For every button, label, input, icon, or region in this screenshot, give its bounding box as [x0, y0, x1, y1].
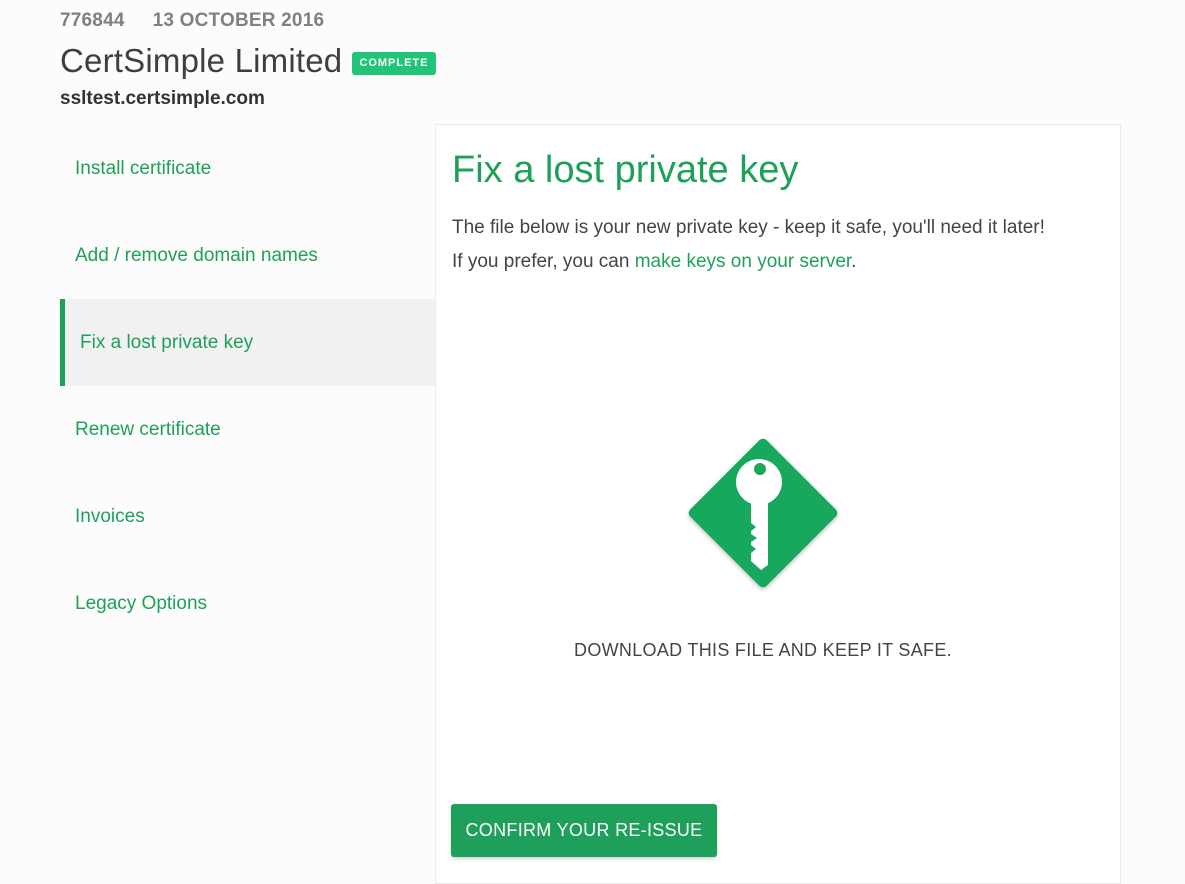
- company-title-row: CertSimple Limited COMPLETE: [60, 38, 436, 84]
- description-prefix: If you prefer, you can: [452, 251, 635, 272]
- key-icon: [688, 438, 838, 588]
- status-badge: COMPLETE: [352, 51, 436, 75]
- description-suffix: .: [851, 251, 857, 272]
- download-instruction: DOWNLOAD THIS FILE AND KEEP IT SAFE.: [574, 640, 952, 660]
- sidebar-item-legacy-options[interactable]: Legacy Options: [60, 560, 435, 647]
- sidebar-item-add-remove-domains[interactable]: Add / remove domain names: [60, 212, 435, 299]
- order-meta: 776844 13 OCTOBER 2016: [60, 8, 436, 34]
- sidebar-item-renew-certificate[interactable]: Renew certificate: [60, 386, 435, 473]
- company-name: CertSimple Limited: [60, 42, 343, 79]
- page-title: Fix a lost private key: [452, 149, 799, 191]
- order-header: 776844 13 OCTOBER 2016 CertSimple Limited…: [60, 8, 436, 112]
- main-panel: Fix a lost private key The file below is…: [435, 124, 1121, 884]
- sidebar-nav: Install certificate Add / remove domain …: [60, 125, 435, 647]
- sidebar-item-invoices[interactable]: Invoices: [60, 473, 435, 560]
- key-download-icon[interactable]: [677, 427, 849, 599]
- sidebar-item-fix-lost-private-key[interactable]: Fix a lost private key: [60, 299, 435, 386]
- description: The file below is your new private key -…: [452, 211, 1112, 279]
- domain-name: ssltest.certsimple.com: [60, 88, 265, 109]
- confirm-reissue-button[interactable]: CONFIRM YOUR RE-ISSUE: [451, 804, 717, 857]
- make-keys-link[interactable]: make keys on your server: [635, 251, 851, 272]
- sidebar-item-install-certificate[interactable]: Install certificate: [60, 125, 435, 212]
- order-date: 13 OCTOBER 2016: [152, 10, 325, 31]
- description-line-1: The file below is your new private key -…: [452, 217, 1045, 238]
- order-number: 776844: [60, 10, 125, 31]
- description-line-2: If you prefer, you can make keys on your…: [452, 245, 1112, 279]
